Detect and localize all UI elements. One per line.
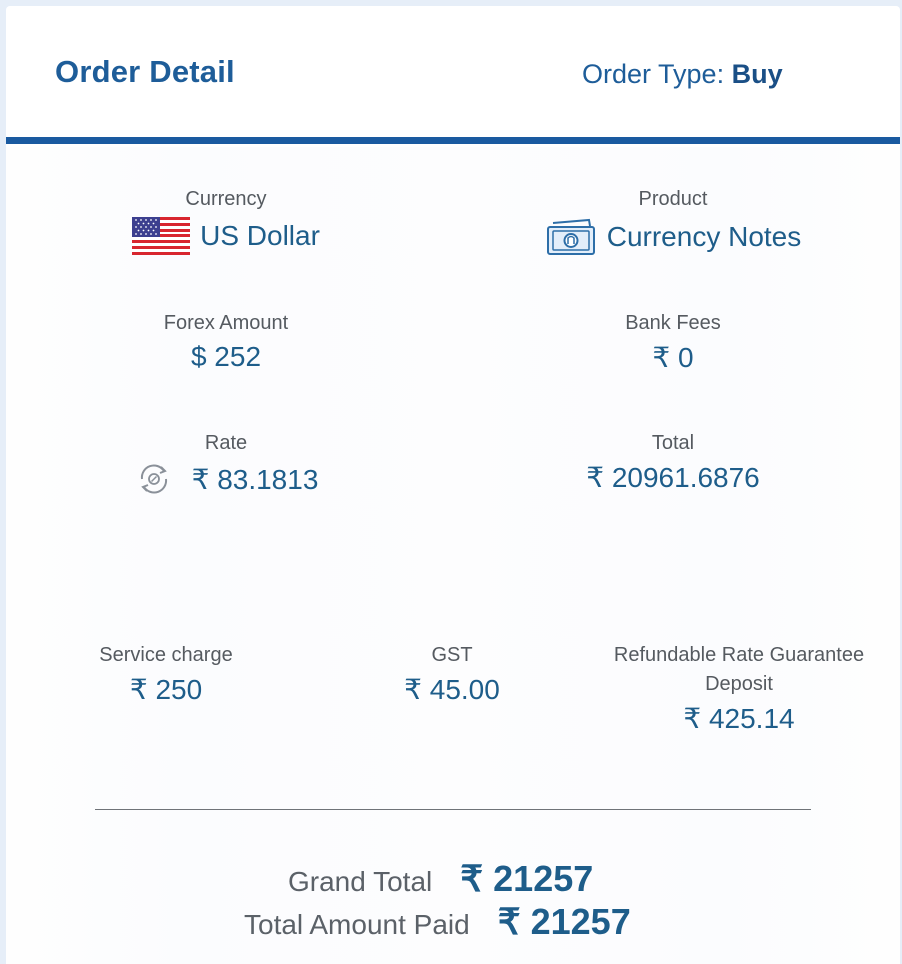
forex-amount-field: Forex Amount $ 252 <box>106 312 346 373</box>
total-field: Total ₹ 20961.6876 <box>533 432 813 494</box>
order-detail-card: Order Detail Order Type: Buy Currency US… <box>6 6 900 964</box>
grand-total-row: Grand Total ₹ 21257 <box>288 858 593 900</box>
order-type-label: Order Type: <box>582 59 725 89</box>
product-value: Currency Notes <box>606 221 802 252</box>
rate-refresh-icon <box>140 464 167 494</box>
rate-value: ₹ 83.1813 <box>191 463 319 495</box>
currency-field: Currency US Dollar <box>106 188 346 255</box>
total-paid-label: Total Amount Paid <box>244 909 470 940</box>
forex-amount-label: Forex Amount <box>163 312 289 334</box>
gst-field: GST ₹ 45.00 <box>372 644 532 706</box>
service-charge-value: ₹ 250 <box>129 674 203 705</box>
us-flag-icon <box>132 217 191 255</box>
service-charge-label: Service charge <box>99 644 233 666</box>
order-type: Order Type: Buy <box>582 59 783 90</box>
grand-total-value: ₹ 21257 <box>460 858 594 899</box>
refundable-deposit-field: Refundable Rate Guarantee Deposit ₹ 425.… <box>594 644 884 735</box>
rate-label: Rate <box>204 432 248 454</box>
rate-field: Rate ₹ 83.1813 <box>106 432 346 497</box>
currency-notes-icon <box>546 218 595 255</box>
total-paid-value: ₹ 21257 <box>497 901 631 942</box>
product-label: Product <box>638 188 708 210</box>
gst-value: ₹ 45.00 <box>404 674 500 705</box>
page-title: Order Detail <box>55 54 235 89</box>
currency-value: US Dollar <box>200 220 320 251</box>
total-value: ₹ 20961.6876 <box>586 462 760 493</box>
grand-total-label: Grand Total <box>288 866 433 897</box>
bank-fees-label: Bank Fees <box>625 312 721 334</box>
summary-divider <box>95 809 811 810</box>
order-detail-body <box>6 147 900 964</box>
gst-label: GST <box>431 644 473 666</box>
refundable-deposit-label-line1: Refundable Rate Guarantee <box>613 644 865 666</box>
product-field: Product Currency Notes <box>523 188 823 257</box>
bank-fees-field: Bank Fees ₹ 0 <box>553 312 793 374</box>
bank-fees-value: ₹ 0 <box>652 342 694 373</box>
header-divider <box>6 137 900 144</box>
service-charge-field: Service charge ₹ 250 <box>71 644 261 706</box>
total-label: Total <box>651 432 695 454</box>
total-paid-row: Total Amount Paid ₹ 21257 <box>244 901 631 943</box>
currency-label: Currency <box>185 188 267 210</box>
order-type-value: Buy <box>731 59 783 89</box>
refundable-deposit-value: ₹ 425.14 <box>683 703 795 734</box>
forex-amount-value: $ 252 <box>190 341 262 372</box>
refundable-deposit-label-line2: Deposit <box>705 673 773 695</box>
